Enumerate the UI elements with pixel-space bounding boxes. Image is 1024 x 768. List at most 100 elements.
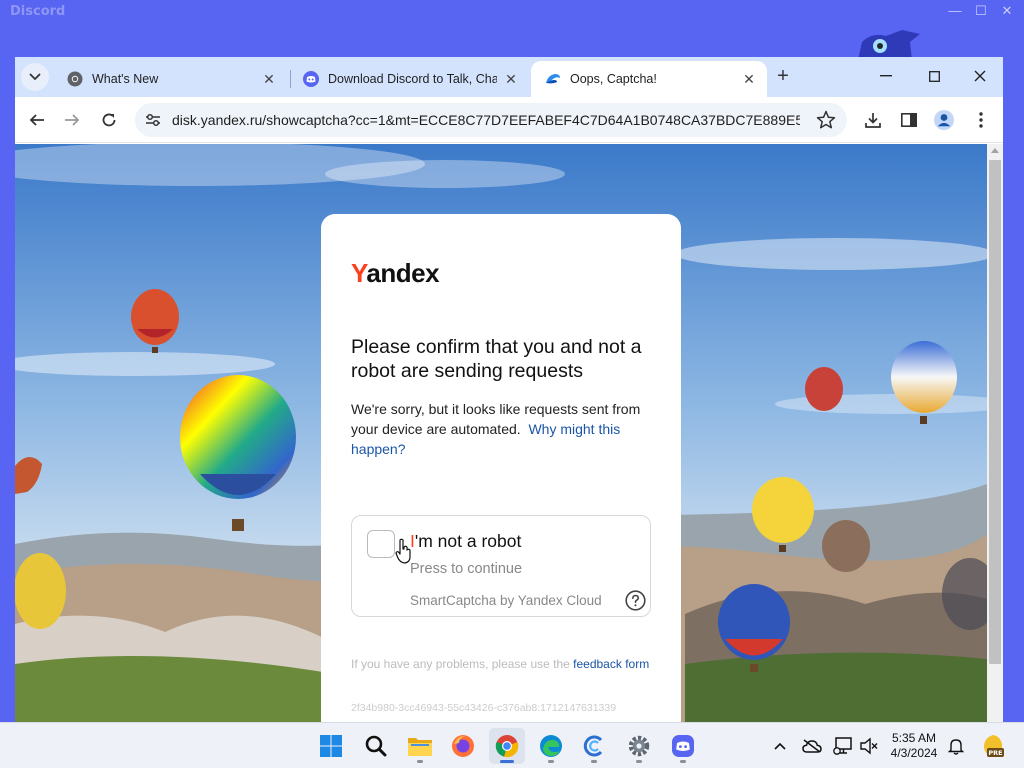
taskbar-start-button[interactable] <box>313 728 349 764</box>
chrome-icon <box>67 71 83 87</box>
discord-icon <box>672 735 694 757</box>
feedback-note: If you have any problems, please use the… <box>351 656 651 672</box>
captcha-description: We're sorry, but it looks like requests … <box>351 399 661 459</box>
preview-badge-text: PRE <box>988 749 1002 757</box>
tray-volume[interactable] <box>858 735 880 757</box>
tab-download-discord[interactable]: Download Discord to Talk, Chat ✕ <box>289 61 529 97</box>
tab-label: Oops, Captcha! <box>570 72 657 86</box>
discord-icon <box>303 71 319 87</box>
system-clock[interactable]: 5:35 AM 4/3/2024 <box>888 731 940 761</box>
yandex-logo: Yandex <box>351 258 440 289</box>
tray-copilot-preview[interactable]: PRE <box>980 733 1006 759</box>
taskbar-file-explorer[interactable] <box>402 728 438 764</box>
address-bar[interactable]: disk.yandex.ru/showcaptcha?cc=1&mt=ECCE8… <box>135 103 847 137</box>
arrow-right-icon <box>65 114 80 126</box>
running-indicator <box>417 760 423 763</box>
ccleaner-icon <box>583 735 603 757</box>
taskbar-discord[interactable] <box>665 728 701 764</box>
discord-mascot-icon <box>858 30 920 60</box>
running-indicator <box>548 760 554 763</box>
feedback-prefix: If you have any problems, please use the <box>351 657 570 671</box>
tab-whats-new[interactable]: What's New ✕ <box>53 61 287 97</box>
volume-muted-icon <box>860 737 878 755</box>
copilot-preview-icon: PRE <box>984 735 1004 757</box>
logo-initial: Y <box>351 258 367 288</box>
network-icon <box>833 737 852 755</box>
cloud-offline-icon <box>802 739 822 753</box>
windows-start-icon <box>320 735 342 757</box>
taskbar-search-button[interactable] <box>358 728 394 764</box>
captcha-heading: Please confirm that you and not a robot … <box>351 336 642 382</box>
firefox-icon <box>452 735 474 757</box>
file-explorer-icon <box>408 738 432 756</box>
tab-label: What's New <box>92 72 159 86</box>
logo-rest: andex <box>366 258 440 288</box>
close-window-button[interactable] <box>965 63 995 89</box>
chevron-up-icon <box>774 742 786 750</box>
tab-strip: What's New ✕ Download Discord to Talk, C… <box>15 57 1003 97</box>
close-icon[interactable]: ✕ <box>990 0 1024 22</box>
feedback-form-link[interactable]: feedback form <box>573 657 649 671</box>
chrome-icon <box>495 735 519 758</box>
tray-network[interactable] <box>832 735 854 757</box>
menu-button[interactable] <box>969 108 993 132</box>
reload-icon <box>102 113 116 127</box>
edge-icon <box>540 735 562 757</box>
reload-button[interactable] <box>95 106 123 134</box>
chevron-down-icon <box>29 73 41 81</box>
star-icon[interactable] <box>815 109 837 131</box>
profile-icon <box>934 110 954 130</box>
discord-window-title: Discord <box>10 4 66 19</box>
taskbar-chrome[interactable] <box>489 728 525 764</box>
forward-button[interactable] <box>58 106 86 134</box>
not-robot-label[interactable]: I'm not a robot <box>410 531 521 552</box>
side-panel-button[interactable] <box>897 108 921 132</box>
taskbar-ccleaner[interactable] <box>576 728 612 764</box>
running-indicator <box>500 760 514 763</box>
profile-button[interactable] <box>932 108 956 132</box>
tab-label: Download Discord to Talk, Chat <box>328 72 497 86</box>
captcha-card: Yandex Please confirm that you and not a… <box>321 214 681 722</box>
maximize-icon <box>928 70 940 82</box>
running-indicator <box>636 760 642 763</box>
downloads-button[interactable] <box>861 108 885 132</box>
running-indicator <box>591 760 597 763</box>
minimize-button[interactable] <box>871 63 901 89</box>
taskbar: 5:35 AM 4/3/2024 PRE <box>0 722 1024 768</box>
page-scrollbar[interactable] <box>987 144 1003 722</box>
settings-icon <box>628 735 650 757</box>
more-vert-icon <box>979 112 983 128</box>
not-robot-checkbox[interactable] <box>367 530 395 558</box>
tray-onedrive[interactable] <box>801 735 823 757</box>
tab-search-button[interactable] <box>21 63 49 91</box>
label-rest: 'm not a robot <box>414 531 522 551</box>
show-hidden-icons-button[interactable] <box>769 735 791 757</box>
scroll-up-arrow-icon[interactable] <box>991 148 999 153</box>
back-button[interactable] <box>23 106 51 134</box>
yandex-disk-icon <box>546 74 560 84</box>
site-info-icon[interactable] <box>143 110 163 130</box>
arrow-left-icon <box>29 114 44 126</box>
scroll-thumb[interactable] <box>989 160 1001 664</box>
tab-oops-captcha[interactable]: Oops, Captcha! ✕ <box>531 61 767 97</box>
new-tab-button[interactable]: + <box>771 65 795 89</box>
browser-toolbar: disk.yandex.ru/showcaptcha?cc=1&mt=ECCE8… <box>15 97 1003 143</box>
download-icon <box>865 113 881 128</box>
maximize-button[interactable] <box>919 63 949 89</box>
clock-time: 5:35 AM <box>891 731 937 745</box>
close-icon <box>974 70 986 82</box>
smartcaptcha-widget: I'm not a robot Press to continue SmartC… <box>351 515 651 617</box>
search-icon <box>365 735 387 757</box>
request-id: 2f34b980-3cc46943-55c43426-c376ab8:17121… <box>351 702 617 714</box>
taskbar-firefox[interactable] <box>445 728 481 764</box>
tray-notifications[interactable] <box>945 735 967 757</box>
taskbar-edge[interactable] <box>533 728 569 764</box>
address-text[interactable]: disk.yandex.ru/showcaptcha?cc=1&mt=ECCE8… <box>172 112 800 128</box>
tab-close-icon[interactable]: ✕ <box>741 71 757 88</box>
taskbar-settings[interactable] <box>621 728 657 764</box>
tab-close-icon[interactable]: ✕ <box>261 71 277 88</box>
press-hint: Press to continue <box>410 561 523 577</box>
help-icon[interactable] <box>625 590 646 611</box>
tab-close-icon[interactable]: ✕ <box>503 71 519 88</box>
clock-date: 4/3/2024 <box>890 746 938 760</box>
